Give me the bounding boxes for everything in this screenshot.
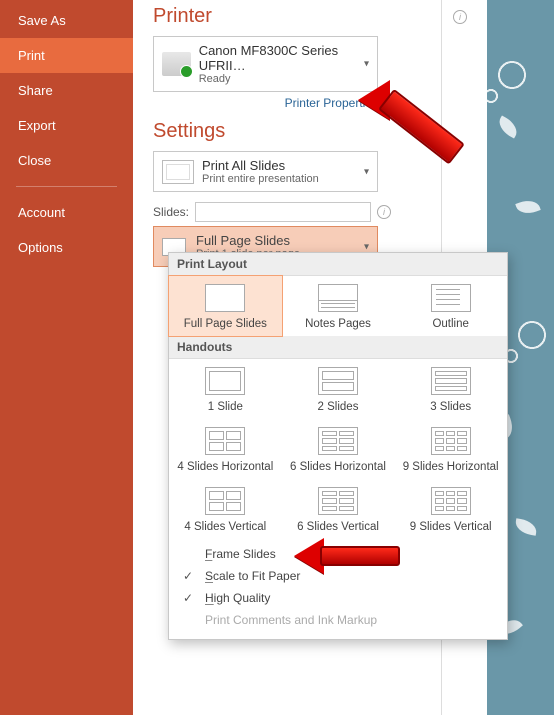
- printer-heading: Printer: [153, 5, 212, 28]
- handout-9v-icon: [431, 487, 471, 515]
- printer-section-title: Printer i: [153, 5, 467, 28]
- chevron-down-icon: ▾: [364, 241, 369, 252]
- sidebar-item-share[interactable]: Share: [0, 73, 133, 108]
- full-page-slides-icon: [205, 284, 245, 312]
- chevron-down-icon: ▾: [364, 59, 369, 70]
- handout-option-6-slides-horizontal[interactable]: 6 Slides Horizontal: [282, 419, 395, 479]
- layout-option-full-page-slides[interactable]: Full Page Slides: [169, 276, 282, 336]
- slides-input[interactable]: [195, 202, 371, 222]
- sidebar-item-print[interactable]: Print: [0, 38, 133, 73]
- handout-option-6-slides-vertical[interactable]: 6 Slides Vertical: [282, 479, 395, 539]
- print-what-dropdown[interactable]: Print All Slides Print entire presentati…: [153, 151, 378, 192]
- option-frame-slides[interactable]: Frame Slides: [175, 543, 501, 565]
- outline-icon: [431, 284, 471, 312]
- sidebar-item-save-as[interactable]: Save As: [0, 3, 133, 38]
- handout-option-4-slides-horizontal[interactable]: 4 Slides Horizontal: [169, 419, 282, 479]
- option-print-comments: Print Comments and Ink Markup: [175, 609, 501, 631]
- info-icon[interactable]: i: [453, 10, 467, 24]
- print-layout-header: Print Layout: [169, 253, 507, 276]
- check-icon: ✓: [183, 591, 195, 605]
- print-what-title: Print All Slides: [202, 158, 319, 173]
- layout-title: Full Page Slides: [196, 233, 300, 248]
- handout-1-icon: [205, 367, 245, 395]
- print-what-sub: Print entire presentation: [202, 173, 319, 185]
- backstage-sidebar: Save As Print Share Export Close Account…: [0, 0, 133, 715]
- layout-option-outline[interactable]: Outline: [394, 276, 507, 336]
- handout-option-4-slides-vertical[interactable]: 4 Slides Vertical: [169, 479, 282, 539]
- info-icon[interactable]: i: [377, 205, 391, 219]
- handout-option-3-slides[interactable]: 3 Slides: [394, 359, 507, 419]
- option-high-quality[interactable]: ✓High Quality: [175, 587, 501, 609]
- sidebar-item-export[interactable]: Export: [0, 108, 133, 143]
- notes-pages-icon: [318, 284, 358, 312]
- printer-dropdown[interactable]: Canon MF8300C Series UFRII… Ready ▾: [153, 36, 378, 92]
- check-icon: ✓: [183, 569, 195, 583]
- handout-6v-icon: [318, 487, 358, 515]
- handout-3-icon: [431, 367, 471, 395]
- handout-9h-icon: [431, 427, 471, 455]
- layout-option-notes-pages[interactable]: Notes Pages: [282, 276, 395, 336]
- handout-option-2-slides[interactable]: 2 Slides: [282, 359, 395, 419]
- slides-label: Slides:: [153, 205, 189, 219]
- printer-status: Ready: [199, 73, 369, 85]
- chevron-down-icon: ▾: [364, 166, 369, 177]
- settings-heading: Settings: [153, 120, 225, 143]
- printer-icon: [162, 52, 191, 76]
- pages-icon: [162, 160, 194, 184]
- printer-name: Canon MF8300C Series UFRII…: [199, 43, 369, 73]
- settings-section-title: Settings: [153, 120, 467, 143]
- sidebar-item-options[interactable]: Options: [0, 230, 133, 265]
- sidebar-separator: [16, 186, 117, 187]
- handout-2-icon: [318, 367, 358, 395]
- handout-option-1-slide[interactable]: 1 Slide: [169, 359, 282, 419]
- handout-4h-icon: [205, 427, 245, 455]
- sidebar-item-account[interactable]: Account: [0, 195, 133, 230]
- handout-option-9-slides-vertical[interactable]: 9 Slides Vertical: [394, 479, 507, 539]
- layout-popup: Print Layout Full Page Slides Notes Page…: [168, 252, 508, 640]
- sidebar-item-close[interactable]: Close: [0, 143, 133, 178]
- handout-4v-icon: [205, 487, 245, 515]
- handout-6h-icon: [318, 427, 358, 455]
- printer-properties-link[interactable]: Printer Properties: [153, 96, 378, 110]
- handouts-header: Handouts: [169, 336, 507, 359]
- option-scale-to-fit-paper[interactable]: ✓Scale to Fit Paper: [175, 565, 501, 587]
- handout-option-9-slides-horizontal[interactable]: 9 Slides Horizontal: [394, 419, 507, 479]
